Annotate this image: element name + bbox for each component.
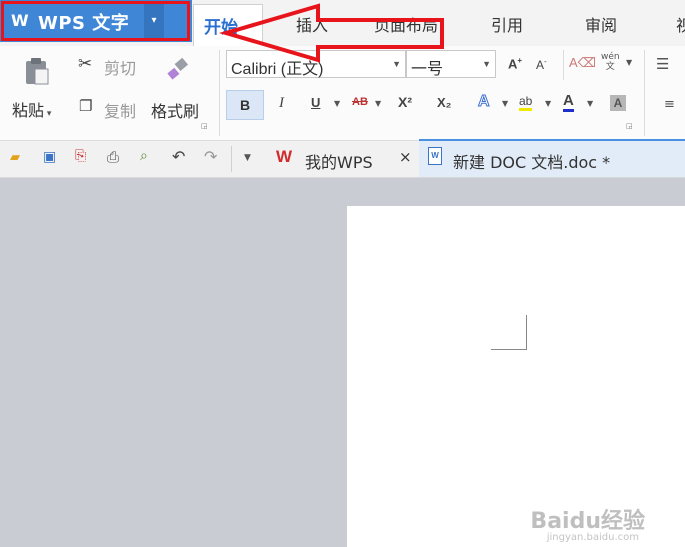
undo-icon[interactable]: ↶ [172,147,185,166]
highlight-color-icon[interactable]: ab [519,94,533,111]
doc-tab-mywps[interactable]: W 我的WPS × [269,141,417,177]
bold-button[interactable]: B [226,90,264,120]
italic-button[interactable]: I [279,95,284,112]
copy-button[interactable]: 复制 [104,98,136,122]
chevron-down-icon: ▼ [482,59,491,69]
highlight-box [1,1,190,41]
chevron-down-icon[interactable]: ▼ [502,99,508,108]
open-folder-icon[interactable]: ▰ [10,150,20,165]
print-icon[interactable]: ⎙ [107,148,119,166]
align-left-icon[interactable]: ≡ [664,97,675,112]
redo-icon[interactable]: ↷ [204,147,217,166]
paste-dropdown-icon[interactable]: ▾ [44,109,52,119]
save-icon[interactable]: ▣ [43,149,56,165]
print-preview-icon[interactable]: ⌕ [140,148,148,164]
doc-tab-active-document[interactable]: W 新建 DOC 文档.doc * [419,139,685,177]
wps-w-icon: W [276,147,293,166]
paste-label: 粘贴 [12,101,45,120]
tab-view[interactable]: 视 [676,12,685,36]
doc-file-icon: W [428,147,442,165]
tab-references[interactable]: 引用 [491,12,523,36]
format-painter-icon[interactable] [166,56,190,80]
document-page[interactable] [347,206,685,547]
clear-format-icon[interactable]: A⌫ [569,55,596,71]
grow-font-icon[interactable]: A+ [508,56,522,71]
font-family-value: Calibri (正文) [231,61,324,78]
strikethrough-button[interactable]: AB [352,96,368,108]
copy-icon: ❐ [79,97,93,115]
watermark-logo: Baidu经验 [530,509,645,534]
group-divider [219,50,220,136]
format-painter-button[interactable]: 格式刷 [151,98,199,122]
doc-tab-label: 新建 DOC 文档.doc * [453,153,611,172]
close-icon[interactable]: × [399,148,412,166]
paste-button[interactable]: 粘贴 ▾ [12,97,51,121]
chevron-down-icon[interactable]: ▼ [626,58,632,67]
tab-insert[interactable]: 插入 [296,12,328,36]
font-size-select[interactable]: 一号 ▼ [406,50,496,78]
scissors-icon: ✂ [78,54,93,74]
customize-toolbar-icon[interactable]: ▼ [244,153,251,163]
divider [231,146,232,172]
tab-page-layout[interactable]: 页面布局 [374,12,438,36]
export-pdf-icon[interactable]: ⎘ [75,148,86,164]
margin-corner-mark [526,315,527,349]
char-shading-icon[interactable]: A [610,95,626,111]
chevron-down-icon[interactable]: ▼ [334,99,340,108]
shrink-font-icon[interactable]: A- [536,57,547,72]
font-family-select[interactable]: Calibri (正文) ▼ [226,50,406,78]
font-color-icon[interactable]: A [563,92,574,112]
divider [563,50,564,80]
chevron-down-icon[interactable]: ▼ [545,99,551,108]
underline-button[interactable]: U [311,95,320,110]
group-divider [644,50,645,136]
doc-tab-label: 我的WPS [305,153,373,172]
tab-start[interactable]: 开始 [193,4,263,46]
pinyin-guide-icon[interactable]: wén 文 [601,52,620,72]
subscript-button[interactable]: X₂ [437,95,451,110]
bullet-list-icon[interactable]: ☰ [656,55,669,73]
font-size-value: 一号 [411,61,444,78]
superscript-button[interactable]: X² [398,94,412,110]
paste-icon[interactable] [24,56,50,86]
margin-corner-mark [491,349,527,350]
text-effect-icon[interactable]: A [478,93,491,111]
cut-button[interactable]: 剪切 [104,55,136,79]
chevron-down-icon[interactable]: ▼ [587,99,593,108]
clipboard-launcher-icon[interactable]: ◲ [201,122,208,130]
watermark-url: jingyan.baidu.com [546,532,639,543]
font-launcher-icon[interactable]: ◲ [626,122,633,130]
chevron-down-icon[interactable]: ▼ [375,99,381,108]
tab-review[interactable]: 审阅 [585,12,617,36]
chevron-down-icon: ▼ [392,59,401,69]
